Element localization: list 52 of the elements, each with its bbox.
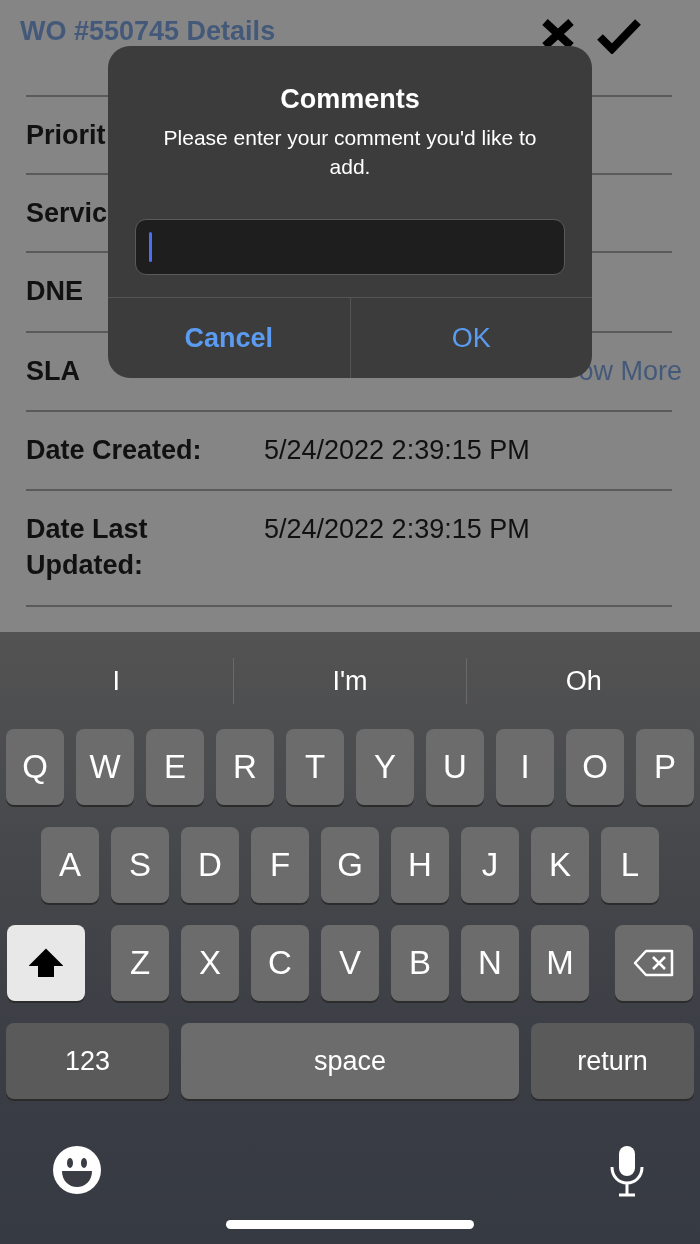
- microphone-icon[interactable]: [609, 1145, 645, 1197]
- field-label: DNE: [26, 275, 83, 308]
- numbers-key[interactable]: 123: [6, 1023, 169, 1099]
- key[interactable]: Q: [6, 729, 64, 805]
- shift-arrow-icon: [29, 948, 63, 978]
- key[interactable]: D: [181, 827, 239, 903]
- suggestion[interactable]: I'm: [232, 657, 467, 704]
- field-value: 5/24/2022 2:39:15 PM: [264, 434, 530, 467]
- key[interactable]: O: [566, 729, 624, 805]
- key[interactable]: R: [216, 729, 274, 805]
- checkmark-icon[interactable]: [596, 18, 642, 54]
- key[interactable]: P: [636, 729, 694, 805]
- suggestion[interactable]: Oh: [466, 657, 700, 704]
- page-title: WO #550745 Details: [20, 16, 276, 47]
- key[interactable]: L: [601, 827, 659, 903]
- key[interactable]: W: [76, 729, 134, 805]
- emoji-icon[interactable]: [52, 1145, 102, 1195]
- delete-key[interactable]: [615, 925, 693, 1001]
- field-label: Date Created:: [26, 434, 202, 467]
- return-key[interactable]: return: [531, 1023, 694, 1099]
- key[interactable]: C: [251, 925, 309, 1001]
- key[interactable]: Y: [356, 729, 414, 805]
- key[interactable]: B: [391, 925, 449, 1001]
- key[interactable]: A: [41, 827, 99, 903]
- key[interactable]: G: [321, 827, 379, 903]
- key[interactable]: Z: [111, 925, 169, 1001]
- key[interactable]: K: [531, 827, 589, 903]
- field-value: 5/24/2022 2:39:15 PM: [264, 513, 530, 546]
- key[interactable]: I: [496, 729, 554, 805]
- key[interactable]: J: [461, 827, 519, 903]
- shift-key[interactable]: [7, 925, 85, 1001]
- field-label: SLA: [26, 355, 80, 388]
- dialog-message: Please enter your comment you'd like to add.: [162, 125, 538, 180]
- backspace-icon: [633, 949, 675, 977]
- cancel-button[interactable]: Cancel: [108, 298, 350, 378]
- space-key[interactable]: space: [181, 1023, 519, 1099]
- dialog-title: Comments: [280, 84, 420, 115]
- key[interactable]: T: [286, 729, 344, 805]
- field-label: Date Last Updated:: [26, 513, 149, 582]
- field-label: Priorit: [26, 119, 106, 152]
- key[interactable]: S: [111, 827, 169, 903]
- key[interactable]: U: [426, 729, 484, 805]
- key[interactable]: H: [391, 827, 449, 903]
- key[interactable]: V: [321, 925, 379, 1001]
- key[interactable]: E: [146, 729, 204, 805]
- key[interactable]: F: [251, 827, 309, 903]
- field-label: Servic: [26, 197, 108, 230]
- suggestion[interactable]: I: [0, 657, 233, 704]
- key[interactable]: M: [531, 925, 589, 1001]
- key[interactable]: N: [461, 925, 519, 1001]
- comment-input-field[interactable]: [135, 219, 565, 275]
- key[interactable]: X: [181, 925, 239, 1001]
